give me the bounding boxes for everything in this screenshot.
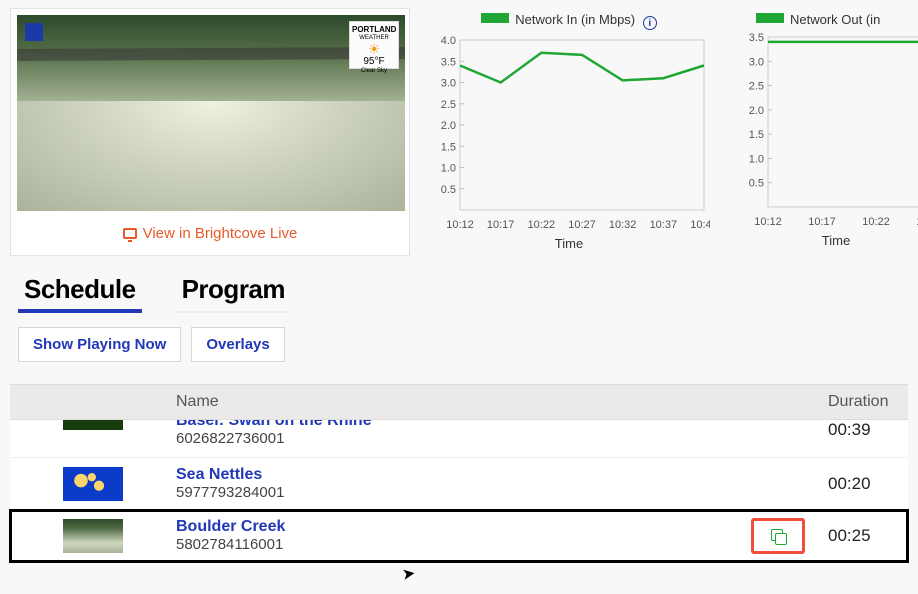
table-header: Name Duration xyxy=(10,384,908,420)
duration: 00:39 xyxy=(828,420,908,440)
svg-text:10:17: 10:17 xyxy=(487,219,515,231)
tab-schedule[interactable]: Schedule xyxy=(18,274,142,313)
svg-text:10:32: 10:32 xyxy=(609,219,637,231)
x-axis-label: Time xyxy=(428,236,710,251)
svg-text:10:42: 10:42 xyxy=(690,219,710,231)
network-charts: Network In (in Mbps) i 0.5 1.0 1.5 2.0 2.5 3.… xyxy=(428,8,918,256)
video-preview[interactable]: PORTLAND WEATHER ☀ 95°F Clear Sky xyxy=(17,15,405,211)
legend-swatch xyxy=(756,13,784,23)
col-duration: Duration xyxy=(828,393,908,411)
svg-text:10:17: 10:17 xyxy=(808,216,836,228)
cursor-icon: ➤ xyxy=(401,563,417,585)
svg-text:10:37: 10:37 xyxy=(650,219,678,231)
svg-text:3.0: 3.0 xyxy=(441,78,456,90)
tab-program[interactable]: Program xyxy=(176,274,291,313)
duration: 00:20 xyxy=(828,474,908,494)
col-name: Name xyxy=(176,393,728,411)
expand-icon[interactable] xyxy=(25,23,43,41)
thumbnail xyxy=(63,467,123,501)
svg-text:10:22: 10:22 xyxy=(528,219,556,231)
item-title[interactable]: Basel: Swan on the Rhine xyxy=(176,420,728,430)
item-id: 5977793284001 xyxy=(176,484,728,501)
svg-text:10:22: 10:22 xyxy=(862,216,890,228)
svg-text:4.0: 4.0 xyxy=(441,35,456,47)
item-id: 6026822736001 xyxy=(176,430,728,447)
table-row[interactable]: Boulder Creek5802784116001 00:25 xyxy=(10,510,908,562)
network-out-chart: Network Out (in 0.5 1.0 1.5 2.0 2.5 3.0 3.5 10:… xyxy=(736,12,918,256)
svg-text:3.0: 3.0 xyxy=(749,56,764,68)
overlays-button[interactable]: Overlays xyxy=(191,327,284,362)
svg-text:2.0: 2.0 xyxy=(441,120,456,132)
svg-text:1.0: 1.0 xyxy=(749,153,764,165)
sun-icon: ☀ xyxy=(352,42,396,56)
svg-text:2.5: 2.5 xyxy=(441,99,456,111)
item-title[interactable]: Sea Nettles xyxy=(176,466,728,484)
item-id: 5802784116001 xyxy=(176,536,728,553)
svg-text:2.0: 2.0 xyxy=(749,105,764,117)
duplicate-button[interactable] xyxy=(751,518,805,554)
svg-text:1.5: 1.5 xyxy=(749,129,764,141)
svg-text:3.5: 3.5 xyxy=(749,32,764,44)
svg-text:2.5: 2.5 xyxy=(749,81,764,93)
svg-text:0.5: 0.5 xyxy=(441,184,456,196)
weather-overlay: PORTLAND WEATHER ☀ 95°F Clear Sky xyxy=(349,21,399,69)
video-preview-card: PORTLAND WEATHER ☀ 95°F Clear Sky View i… xyxy=(10,8,410,256)
svg-text:10:27: 10:27 xyxy=(568,219,596,231)
table-row[interactable]: Basel: Swan on the Rhine6026822736001 00:… xyxy=(10,420,908,458)
svg-text:0.5: 0.5 xyxy=(749,178,764,190)
chart-title: Network In (in Mbps) xyxy=(515,12,635,27)
svg-text:1.0: 1.0 xyxy=(441,163,456,175)
svg-text:3.5: 3.5 xyxy=(441,56,456,68)
svg-text:10:12: 10:12 xyxy=(754,216,782,228)
duration: 00:25 xyxy=(828,526,908,546)
svg-text:1.5: 1.5 xyxy=(441,141,456,153)
thumbnail xyxy=(63,519,123,553)
show-playing-now-button[interactable]: Show Playing Now xyxy=(18,327,181,362)
svg-text:10:12: 10:12 xyxy=(446,219,474,231)
info-icon[interactable]: i xyxy=(643,16,657,30)
network-in-chart: Network In (in Mbps) i 0.5 1.0 1.5 2.0 2.5 3.… xyxy=(428,12,710,256)
x-axis-label: Time xyxy=(736,233,918,248)
monitor-icon xyxy=(123,228,137,239)
copy-icon xyxy=(771,529,785,543)
chart-title: Network Out (in xyxy=(790,12,880,27)
view-in-brightcove-link[interactable]: View in Brightcove Live xyxy=(123,225,298,242)
item-title[interactable]: Boulder Creek xyxy=(176,518,728,536)
thumbnail xyxy=(63,420,123,430)
legend-swatch xyxy=(481,13,509,23)
table-row[interactable]: Sea Nettles5977793284001 00:20 xyxy=(10,458,908,510)
tabs: Schedule Program xyxy=(0,256,918,313)
